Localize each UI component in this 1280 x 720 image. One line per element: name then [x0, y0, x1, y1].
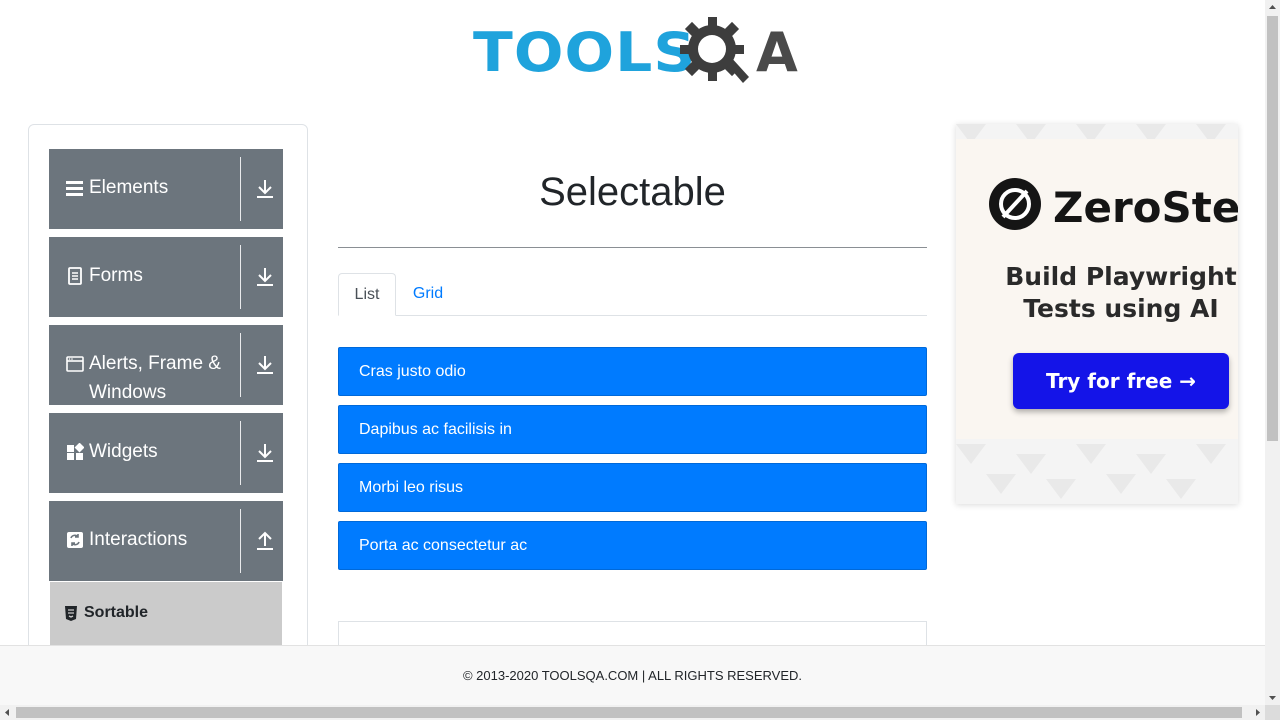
- footer-copyright: © 2013-2020 TOOLSQA.COM | ALL RIGHTS RES…: [462, 668, 803, 683]
- sidebar-group-label: Forms: [89, 265, 143, 286]
- ad-brand: ZeroStep: [1053, 183, 1238, 232]
- footer: © 2013-2020 TOOLSQA.COM | ALL RIGHTS RES…: [0, 645, 1265, 706]
- sidebar-group-label: Interactions: [89, 529, 188, 550]
- sidebar-item-label: Sortable: [84, 604, 149, 621]
- list-item[interactable]: Dapibus ac facilisis in: [338, 405, 927, 454]
- list-item[interactable]: Cras justo odio: [338, 347, 927, 396]
- sidebar-group-label: Alerts, Frame & Windows: [89, 353, 221, 403]
- sidebar-group-interactions[interactable]: Interactions: [49, 501, 283, 581]
- sidebar-group-label: Elements: [89, 177, 169, 198]
- sidebar-group-alerts-frame-windows[interactable]: Alerts, Frame & Windows: [49, 325, 283, 405]
- widgets-icon: [67, 443, 84, 460]
- tab-list[interactable]: List: [338, 273, 396, 316]
- sidebar-group-forms[interactable]: Forms: [49, 237, 283, 317]
- list-item[interactable]: Morbi leo risus: [338, 463, 927, 512]
- tab-bar: List Grid: [338, 273, 927, 316]
- document-icon: [68, 267, 82, 285]
- scroll-left-arrow-icon[interactable]: [0, 705, 15, 720]
- scroll-right-arrow-icon[interactable]: [1250, 705, 1265, 720]
- download-icon[interactable]: [256, 443, 274, 463]
- download-icon[interactable]: [256, 355, 274, 375]
- scrollbar-corner: [1265, 705, 1280, 720]
- sidebar-item-sortable[interactable]: Sortable: [50, 582, 282, 646]
- logo-text-a: A: [756, 21, 798, 84]
- divider: [240, 509, 241, 573]
- sidebar-group-widgets[interactable]: Widgets: [49, 413, 283, 493]
- divider: [240, 421, 241, 485]
- html5-icon: [65, 606, 77, 621]
- gear-magnifier-icon: [680, 17, 749, 83]
- tab-grid[interactable]: Grid: [398, 273, 458, 314]
- divider: [240, 157, 241, 221]
- logo-text-tools: TOOLS: [473, 21, 697, 84]
- page-title: Selectable: [539, 170, 726, 214]
- download-icon[interactable]: [256, 179, 274, 199]
- list-item[interactable]: Porta ac consectetur ac: [338, 521, 927, 570]
- divider: [240, 245, 241, 309]
- advertisement-banner[interactable]: ZeroStep Build Playwright Tests using AI…: [956, 124, 1238, 504]
- zerostep-logo-icon: [989, 178, 1041, 230]
- sidebar-group-label: Widgets: [89, 441, 158, 462]
- try-for-free-button[interactable]: Try for free →: [1013, 353, 1229, 409]
- hamburger-icon: [66, 181, 83, 196]
- upload-icon[interactable]: [256, 531, 274, 551]
- window-icon: [66, 356, 84, 372]
- download-icon[interactable]: [256, 267, 274, 287]
- sidebar-group-elements[interactable]: Elements: [49, 149, 283, 229]
- horizontal-scrollbar[interactable]: [0, 705, 1265, 720]
- interactions-icon: [67, 532, 83, 548]
- scroll-up-arrow-icon[interactable]: [1265, 0, 1280, 15]
- ad-card: ZeroStep Build Playwright Tests using AI…: [956, 139, 1238, 439]
- toolsqa-logo[interactable]: TOOLS A: [473, 15, 798, 91]
- sidebar: Elements Forms Alerts, Frame & Windows W…: [28, 124, 308, 686]
- vertical-scroll-thumb[interactable]: [1267, 16, 1278, 441]
- vertical-scrollbar[interactable]: [1265, 0, 1280, 705]
- ad-headline: Build Playwright Tests using AI: [1005, 262, 1237, 323]
- divider: [338, 247, 927, 248]
- divider: [240, 333, 241, 397]
- horizontal-scroll-thumb[interactable]: [16, 707, 1242, 718]
- scroll-down-arrow-icon[interactable]: [1265, 690, 1280, 705]
